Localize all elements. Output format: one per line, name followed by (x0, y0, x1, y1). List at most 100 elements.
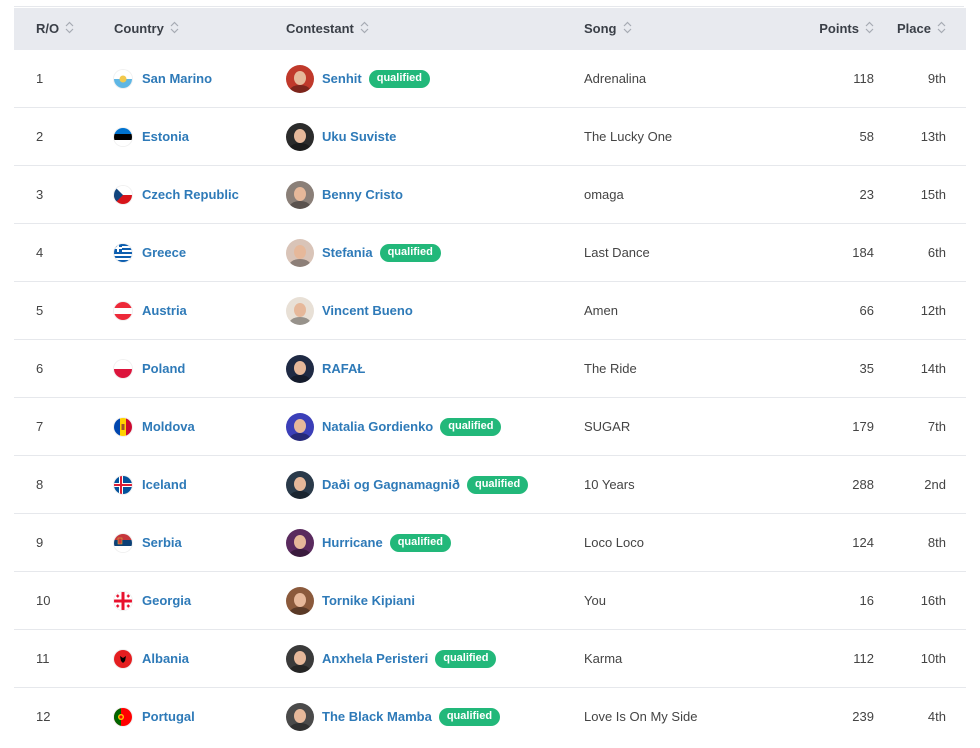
table-header: R/O Country Contestant Song Points Place (14, 8, 966, 50)
running-order: 1 (14, 50, 114, 108)
avatar (286, 644, 314, 673)
points-value: 239 (852, 709, 874, 724)
points-value: 35 (792, 339, 874, 398)
running-order: 12 (36, 709, 51, 724)
country-link[interactable]: Georgia (142, 593, 191, 608)
column-header-song[interactable]: Song (584, 8, 792, 50)
avatar (286, 586, 314, 615)
points-value: 16 (792, 571, 874, 630)
contestant-link[interactable]: Daði og Gagnamagnið (322, 477, 460, 492)
song-title: Adrenalina (584, 50, 792, 108)
table-row: 11 Albania Anxhela Peristeri qualified K… (14, 629, 966, 688)
country-link[interactable]: Czech Republic (142, 187, 239, 202)
points-value: 112 (792, 629, 874, 688)
contestant-link[interactable]: RAFAŁ (322, 361, 365, 376)
table-row: 10 Georgia Tornike Kipiani qualified You… (14, 571, 966, 630)
contestant-link[interactable]: Uku Suviste (322, 129, 396, 144)
avatar (286, 354, 314, 383)
column-header-ro[interactable]: R/O (14, 8, 114, 50)
contestant-link[interactable]: Tornike Kipiani (322, 593, 415, 608)
place-value: 9th (874, 50, 966, 108)
song-title: Amen (584, 281, 792, 340)
running-order: 5 (14, 281, 114, 340)
column-header-points[interactable]: Points (792, 8, 874, 50)
contestant-link[interactable]: Hurricane (322, 535, 383, 550)
column-header-place[interactable]: Place (874, 8, 966, 50)
contestant-link[interactable]: Vincent Bueno (322, 303, 413, 318)
contestant-link[interactable]: Stefania (322, 245, 373, 260)
sort-icon[interactable] (360, 21, 369, 37)
contestant-link[interactable]: Senhit (322, 71, 362, 86)
song-title: SUGAR (584, 397, 792, 456)
song-title: You (584, 571, 792, 630)
qualified-badge: qualified (466, 475, 529, 494)
table-row: 3 Czech Republic Benny Cristo qualified … (14, 165, 966, 224)
song-title: The Ride (584, 339, 792, 398)
sort-icon[interactable] (65, 21, 74, 37)
column-header-contestant[interactable]: Contestant (286, 8, 584, 50)
table-row: 7 Moldova Natalia Gordienko qualified SU… (14, 397, 966, 456)
serbia-flag-icon (114, 533, 132, 552)
song-title: 10 Years (584, 455, 792, 514)
table-row: 5 Austria Vincent Bueno qualified Amen 6… (14, 281, 966, 340)
estonia-flag-icon (114, 127, 132, 146)
poland-flag-icon (114, 359, 132, 378)
song-title: Loco Loco (584, 513, 792, 572)
points-value: 58 (792, 107, 874, 166)
avatar (286, 528, 314, 557)
contestant-link[interactable]: Benny Cristo (322, 187, 403, 202)
sort-icon[interactable] (865, 21, 874, 37)
contestant-link[interactable]: The Black Mamba (322, 709, 432, 724)
place-value: 15th (874, 165, 966, 224)
moldova-flag-icon (114, 417, 132, 436)
georgia-flag-icon (114, 591, 132, 610)
table-row: 4 Greece Stefania qualified Last Dance 1… (14, 223, 966, 282)
table-row: 8 Iceland Daði og Gagnamagnið qualified … (14, 455, 966, 514)
table-row: 9 Serbia Hurricane qualified Loco Loco 1… (14, 513, 966, 572)
top-divider (14, 0, 964, 7)
points-value: 179 (792, 397, 874, 456)
austria-flag-icon (114, 301, 132, 320)
country-link[interactable]: Serbia (142, 535, 182, 550)
points-value: 66 (792, 281, 874, 340)
greece-flag-icon (114, 243, 132, 262)
avatar (286, 470, 314, 499)
country-link[interactable]: Poland (142, 361, 185, 376)
san-marino-flag-icon (114, 69, 132, 88)
place-value: 8th (874, 513, 966, 572)
table-row: 1 San Marino Senhit qualified Adrenalina… (14, 50, 966, 108)
contestant-link[interactable]: Natalia Gordienko (322, 419, 433, 434)
results-page: R/O Country Contestant Song Points Place… (0, 0, 980, 748)
sort-icon[interactable] (170, 21, 179, 37)
avatar (286, 296, 314, 325)
running-order: 11 (14, 629, 114, 688)
column-header-country[interactable]: Country (114, 8, 286, 50)
sort-icon[interactable] (937, 21, 946, 37)
table-row: 2 Estonia Uku Suviste qualified The Luck… (14, 107, 966, 166)
qualified-badge: qualified (435, 649, 497, 668)
country-link[interactable]: Moldova (142, 419, 195, 434)
song-title: Last Dance (584, 223, 792, 282)
albania-flag-icon (114, 649, 132, 668)
avatar (286, 238, 314, 267)
song-title: Love Is On My Side (584, 709, 698, 724)
qualified-badge: qualified (368, 69, 430, 88)
place-value: 10th (874, 629, 966, 688)
place-value: 4th (927, 709, 946, 724)
contestant-link[interactable]: Anxhela Peristeri (322, 651, 428, 666)
country-link[interactable]: Iceland (142, 477, 187, 492)
song-title: omaga (584, 165, 792, 224)
country-link[interactable]: Austria (142, 303, 187, 318)
place-value: 7th (874, 397, 966, 456)
country-link[interactable]: Albania (142, 651, 189, 666)
country-link[interactable]: San Marino (142, 71, 212, 86)
points-value: 124 (792, 513, 874, 572)
points-value: 23 (792, 165, 874, 224)
country-link[interactable]: Greece (142, 245, 186, 260)
country-link[interactable]: Estonia (142, 129, 189, 144)
country-link[interactable]: Portugal (142, 709, 195, 724)
running-order: 2 (14, 107, 114, 166)
sort-icon[interactable] (623, 21, 632, 37)
qualified-badge: qualified (438, 707, 501, 726)
iceland-flag-icon (114, 475, 132, 494)
